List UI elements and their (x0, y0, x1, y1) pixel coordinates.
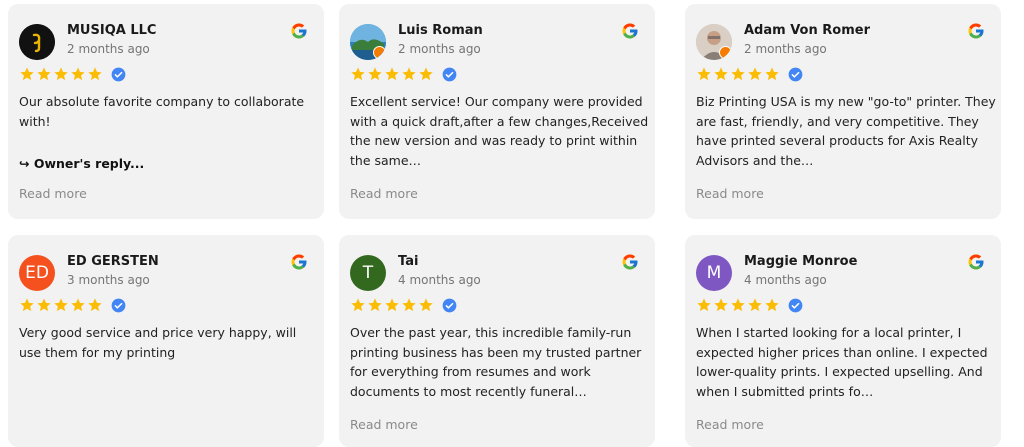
review-card: Adam Von Romer 2 months ago Biz Printing… (685, 4, 1001, 219)
star-rating (350, 296, 457, 314)
star-icon (37, 298, 51, 312)
reviewer-name[interactable]: Maggie Monroe (744, 254, 857, 269)
owner-reply-link[interactable]: ↪ Owner's reply... (19, 156, 144, 171)
star-icon (419, 298, 433, 312)
reviewer-name[interactable]: MUSIQA LLC (67, 23, 156, 38)
google-icon (968, 254, 984, 270)
avatar[interactable]: M (696, 255, 732, 291)
review-card: Luis Roman 2 months ago Excellent servic… (339, 4, 655, 219)
read-more-link[interactable]: Read more (696, 417, 764, 432)
review-text: Excellent service! Our company were prov… (350, 94, 649, 168)
avatar[interactable] (350, 24, 386, 60)
star-rating (696, 65, 803, 83)
star-icon (368, 67, 382, 81)
star-icon (20, 298, 34, 312)
star-icon (419, 67, 433, 81)
star-icon (20, 67, 34, 81)
review-card: T Tai 4 months ago Over the past year, t… (339, 235, 655, 447)
reviewer-name[interactable]: Tai (398, 254, 418, 269)
star-icon (402, 67, 416, 81)
avatar-initials: M (706, 263, 722, 283)
read-more-link[interactable]: Read more (19, 186, 87, 201)
review-date: 3 months ago (67, 273, 150, 287)
verified-check-icon (111, 298, 126, 312)
review-date: 4 months ago (744, 273, 827, 287)
verified-check-icon (442, 67, 457, 81)
avatar-initials: T (362, 263, 374, 283)
star-rating (350, 65, 457, 83)
avatar[interactable] (19, 24, 55, 60)
google-icon (622, 254, 638, 270)
review-date: 2 months ago (398, 42, 481, 56)
star-icon (731, 298, 745, 312)
review-text: Over the past year, this incredible fami… (350, 325, 642, 399)
star-icon (368, 298, 382, 312)
avatar[interactable]: ED (19, 255, 55, 291)
review-text: Biz Printing USA is my new "go-to" print… (696, 94, 996, 168)
star-icon (54, 298, 68, 312)
star-icon (54, 67, 68, 81)
star-icon (71, 298, 85, 312)
review-date: 2 months ago (744, 42, 827, 56)
read-more-link[interactable]: Read more (696, 186, 764, 201)
star-icon (748, 67, 762, 81)
read-more-link[interactable]: Read more (350, 417, 418, 432)
avatar-initials: ED (25, 263, 49, 283)
review-card: M Maggie Monroe 4 months ago When I star… (685, 235, 1001, 447)
star-rating (696, 296, 803, 314)
star-icon (765, 67, 779, 81)
review-card: ED ED GERSTEN 3 months ago Very good ser… (8, 235, 324, 447)
star-icon (697, 67, 711, 81)
verified-check-icon (788, 67, 803, 81)
star-icon (731, 67, 745, 81)
reviewer-name[interactable]: Adam Von Romer (744, 23, 870, 38)
local-guide-badge-icon (719, 46, 732, 59)
star-icon (402, 298, 416, 312)
verified-check-icon (111, 67, 126, 81)
star-rating (19, 65, 126, 83)
avatar[interactable]: T (350, 255, 386, 291)
review-text: When I started looking for a local print… (696, 325, 988, 399)
star-icon (765, 298, 779, 312)
star-icon (88, 67, 102, 81)
star-icon (351, 298, 365, 312)
star-icon (37, 67, 51, 81)
google-icon (291, 254, 307, 270)
read-more-link[interactable]: Read more (350, 186, 418, 201)
google-icon (968, 23, 984, 39)
star-rating (19, 296, 126, 314)
review-date: 2 months ago (67, 42, 150, 56)
verified-check-icon (442, 298, 457, 312)
google-icon (291, 23, 307, 39)
review-card: MUSIQA LLC 2 months ago Our absolute fav… (8, 4, 324, 219)
star-icon (697, 298, 711, 312)
star-icon (71, 67, 85, 81)
review-text: Very good service and price very happy, … (19, 325, 297, 360)
local-guide-badge-icon (373, 46, 386, 59)
star-icon (385, 298, 399, 312)
google-icon (622, 23, 638, 39)
star-icon (385, 67, 399, 81)
reviewer-name[interactable]: ED GERSTEN (67, 254, 159, 269)
avatar[interactable] (696, 24, 732, 60)
reviewer-name[interactable]: Luis Roman (398, 23, 483, 38)
star-icon (351, 67, 365, 81)
review-date: 4 months ago (398, 273, 481, 287)
verified-check-icon (788, 298, 803, 312)
star-icon (714, 67, 728, 81)
star-icon (88, 298, 102, 312)
musiqa-logo-icon (19, 24, 55, 60)
star-icon (714, 298, 728, 312)
star-icon (748, 298, 762, 312)
